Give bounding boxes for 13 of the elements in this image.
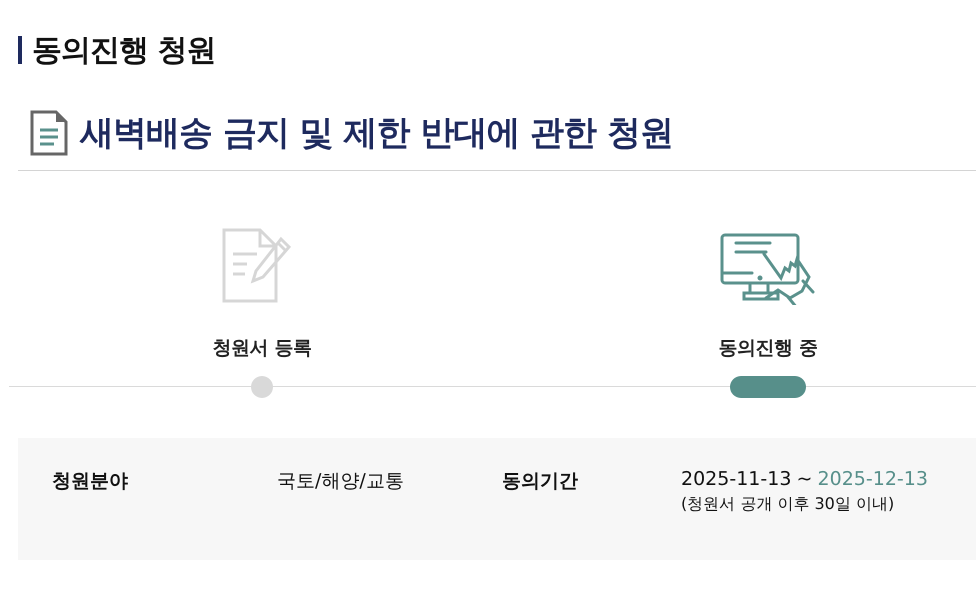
step-label: 동의진행 중 (718, 336, 818, 361)
section-title: 동의진행 청원 (32, 32, 216, 70)
monitor-touch-icon (720, 233, 816, 305)
period-note: (청원서 공개 이후 30일 이내) (681, 494, 896, 515)
date-separator: ~ (796, 468, 812, 490)
petition-title: 새벽배송 금지 및 제한 반대에 관한 청원 (80, 112, 674, 155)
field-value: 국토/해양/교통 (277, 470, 404, 492)
document-icon (30, 110, 68, 156)
field-label: 동의기간 (502, 469, 579, 494)
step-label: 청원서 등록 (212, 336, 312, 361)
start-date: 2025-11-13 (681, 468, 792, 490)
end-date: 2025-12-13 (818, 468, 928, 490)
field-label: 청원분야 (52, 469, 129, 494)
